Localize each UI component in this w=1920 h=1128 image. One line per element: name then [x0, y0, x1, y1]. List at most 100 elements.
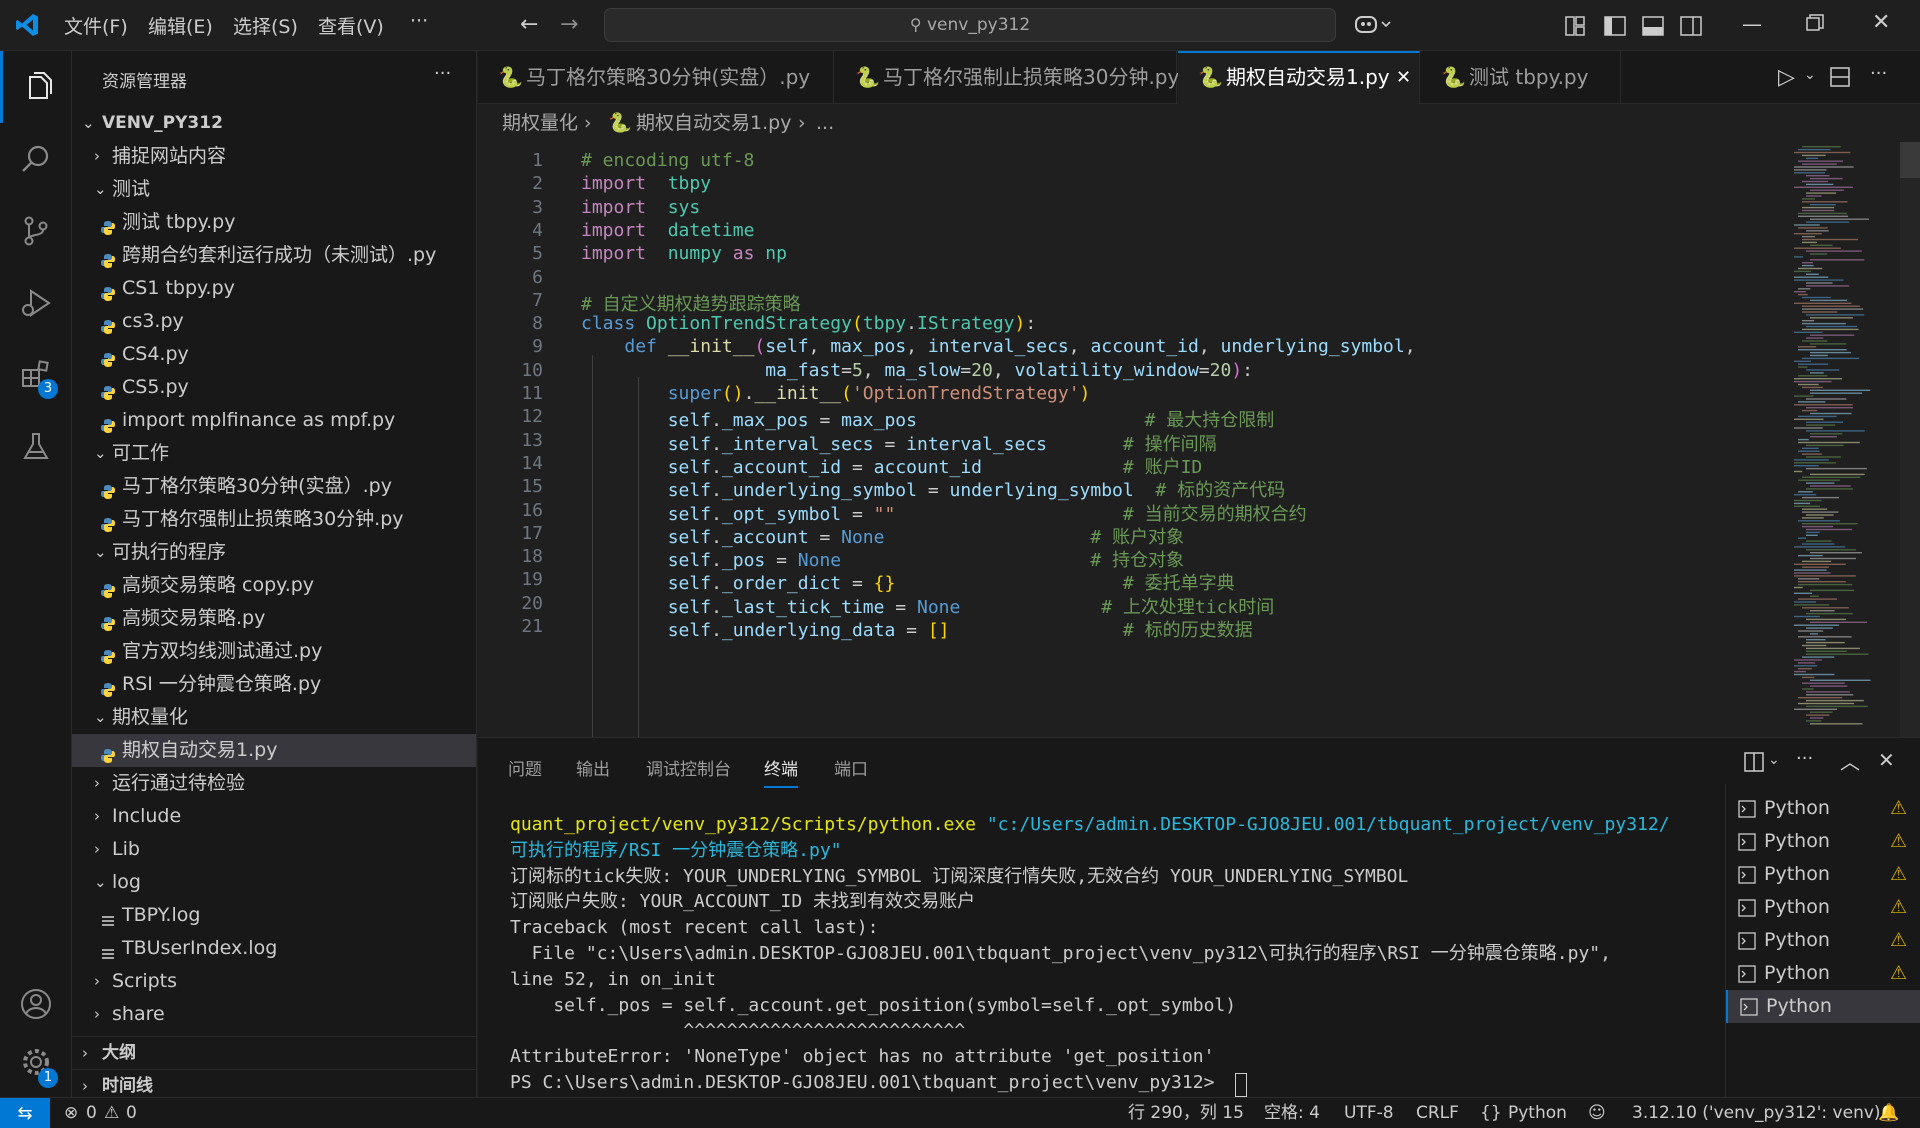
split-terminal-icon[interactable] — [1744, 752, 1766, 777]
back-arrow-icon[interactable]: ← — [520, 12, 538, 37]
warning-count[interactable]: 0 — [126, 1098, 137, 1128]
panel-more-icon[interactable]: ··· — [1796, 748, 1813, 769]
terminal-instance[interactable]: Python — [1726, 990, 1920, 1023]
tree-file[interactable]: cs3.py — [72, 305, 476, 338]
run-play-icon[interactable]: ▷ — [1778, 65, 1795, 90]
tree-file[interactable]: RSI 一分钟震仓策略.py — [72, 668, 476, 701]
toggle-sidebar-icon[interactable] — [1604, 16, 1626, 41]
end-of-line[interactable]: CRLF — [1416, 1098, 1459, 1128]
tree-folder[interactable]: › Lib — [72, 833, 476, 866]
tree-folder[interactable]: ⌄ 可执行的程序 — [72, 536, 476, 569]
close-tab-icon[interactable]: ✕ — [1396, 51, 1411, 104]
copilot-icon[interactable] — [1354, 12, 1394, 41]
tab-terminal[interactable]: 终端 — [764, 755, 798, 788]
tree-folder[interactable]: ⌄ 可工作 — [72, 437, 476, 470]
tree-folder[interactable]: ⌄ log — [72, 866, 476, 899]
terminal-output[interactable]: quant_project/venv_py312/Scripts/python.… — [510, 812, 1725, 1097]
tree-file[interactable]: 测试 tbpy.py — [72, 206, 476, 239]
testing-icon[interactable] — [0, 411, 72, 483]
minimap[interactable] — [1790, 142, 1900, 737]
language-mode[interactable]: Python — [1508, 1098, 1567, 1128]
tree-file[interactable]: 马丁格尔策略30分钟(实盘）.py — [72, 470, 476, 503]
restore-icon[interactable] — [1806, 14, 1824, 37]
tree-file[interactable]: 高频交易策略.py — [72, 602, 476, 635]
tab-output[interactable]: 输出 — [576, 755, 610, 780]
tree-folder[interactable]: › 运行通过待检验 — [72, 767, 476, 800]
indentation[interactable]: 空格: 4 — [1264, 1098, 1320, 1128]
terminal-instance[interactable]: Python ⚠ — [1726, 858, 1920, 891]
explorer-icon[interactable] — [0, 51, 72, 123]
customize-layout-icon[interactable] — [1565, 16, 1585, 41]
minimize-icon[interactable]: — — [1742, 12, 1762, 36]
terminal-instance[interactable]: Python ⚠ — [1726, 792, 1920, 825]
menu-view[interactable]: 查看(V) — [318, 12, 384, 39]
tab-martingale-stoploss[interactable]: 🐍 马丁格尔强制止损策略30分钟.py — [835, 51, 1179, 104]
menu-selection[interactable]: 选择(S) — [233, 12, 298, 39]
menu-more[interactable]: ··· — [410, 10, 428, 32]
tree-folder[interactable]: › Scripts — [72, 965, 476, 998]
tree-file[interactable]: 期权自动交易1.py — [72, 734, 476, 767]
breadcrumb-file[interactable]: 期权自动交易1.py — [636, 104, 791, 142]
tree-folder[interactable]: ⌄ 测试 — [72, 173, 476, 206]
tab-martingale-live[interactable]: 🐍 马丁格尔策略30分钟(实盘）.py — [478, 51, 834, 104]
tree-file[interactable]: CS4.py — [72, 338, 476, 371]
outline-section[interactable]: › 大纲 — [72, 1037, 476, 1070]
close-panel-icon[interactable]: ✕ — [1878, 748, 1895, 772]
code-editor[interactable]: 1 # encoding utf-8 2 import tbpy 3 import sys… — [478, 142, 1920, 737]
tree-file[interactable]: CS1 tbpy.py — [72, 272, 476, 305]
breadcrumb-more[interactable]: ... — [816, 104, 834, 142]
python-interpreter[interactable]: 3.12.10 ('venv_py312': venv) — [1632, 1098, 1881, 1128]
tab-problems[interactable]: 问题 — [508, 755, 542, 780]
source-control-icon[interactable] — [0, 195, 72, 267]
terminal-instance[interactable]: Python ⚠ — [1726, 924, 1920, 957]
forward-arrow-icon[interactable]: → — [560, 12, 578, 37]
sidebar-more-icon[interactable]: ··· — [434, 63, 451, 84]
menu-edit[interactable]: 编辑(E) — [148, 12, 213, 39]
tab-test-tbpy[interactable]: 🐍 测试 tbpy.py — [1421, 51, 1621, 104]
tree-file[interactable]: 官方双均线测试通过.py — [72, 635, 476, 668]
split-editor-icon[interactable] — [1830, 67, 1850, 92]
tree-file[interactable]: TBPY.log — [72, 899, 476, 932]
tree-folder[interactable]: › Include — [72, 800, 476, 833]
tab-ports[interactable]: 端口 — [834, 755, 868, 780]
tree-file[interactable]: TBUserIndex.log — [72, 932, 476, 965]
notifications-bell-icon[interactable]: 🔔 — [1878, 1098, 1899, 1128]
tree-folder[interactable]: ⌄ 期权量化 — [72, 701, 476, 734]
manage-gear-icon[interactable]: 1 — [0, 1026, 72, 1098]
breadcrumb-folder[interactable]: 期权量化 — [502, 104, 578, 142]
cursor-position[interactable]: 行 290，列 15 — [1128, 1098, 1244, 1128]
command-center-search[interactable]: ⚲ venv_py312 — [604, 8, 1336, 42]
minimap-line — [1810, 189, 1844, 191]
chevron-down-icon[interactable]: ⌄ — [1768, 752, 1780, 768]
terminal-instance[interactable]: Python ⚠ — [1726, 891, 1920, 924]
minimap-line — [1798, 293, 1808, 296]
editor-more-icon[interactable]: ··· — [1870, 63, 1887, 84]
encoding[interactable]: UTF-8 — [1344, 1098, 1394, 1128]
maximize-panel-icon[interactable]: ︿ — [1840, 746, 1860, 775]
tree-file[interactable]: 高频交易策略 copy.py — [72, 569, 476, 602]
search-icon[interactable] — [0, 123, 72, 195]
tree-file[interactable]: CS5.py — [72, 371, 476, 404]
toggle-panel-icon[interactable] — [1642, 16, 1664, 41]
run-dropdown-icon[interactable]: ⌄ — [1804, 67, 1816, 83]
tree-file[interactable]: 马丁格尔强制止损策略30分钟.py — [72, 503, 476, 536]
tree-folder[interactable]: › 捕捉网站内容 — [72, 140, 476, 173]
tree-file[interactable]: 跨期合约套利运行成功（未测试）.py — [72, 239, 476, 272]
copilot-status-icon[interactable]: ☺ — [1588, 1098, 1606, 1128]
workspace-root[interactable]: ⌄ VENV_PY312 — [72, 107, 476, 140]
tree-file[interactable]: import mplfinance as mpf.py — [72, 404, 476, 437]
tree-folder[interactable]: › share — [72, 998, 476, 1031]
menu-file[interactable]: 文件(F) — [64, 12, 128, 39]
remote-indicator-icon[interactable]: ⇆ — [0, 1098, 50, 1128]
extensions-icon[interactable]: 3 — [0, 339, 72, 411]
editor-scrollbar[interactable] — [1900, 142, 1920, 737]
error-count[interactable]: 0 — [86, 1098, 97, 1128]
terminal-instance[interactable]: Python ⚠ — [1726, 957, 1920, 990]
terminal-instance[interactable]: Python ⚠ — [1726, 825, 1920, 858]
scrollbar-thumb[interactable] — [1900, 142, 1920, 178]
tab-option-auto-trade[interactable]: 🐍 期权自动交易1.py ✕ — [1178, 51, 1420, 104]
tab-debug-console[interactable]: 调试控制台 — [646, 755, 731, 780]
close-window-icon[interactable]: ✕ — [1872, 10, 1890, 35]
toggle-secondary-sidebar-icon[interactable] — [1680, 16, 1702, 41]
run-debug-icon[interactable] — [0, 267, 72, 339]
